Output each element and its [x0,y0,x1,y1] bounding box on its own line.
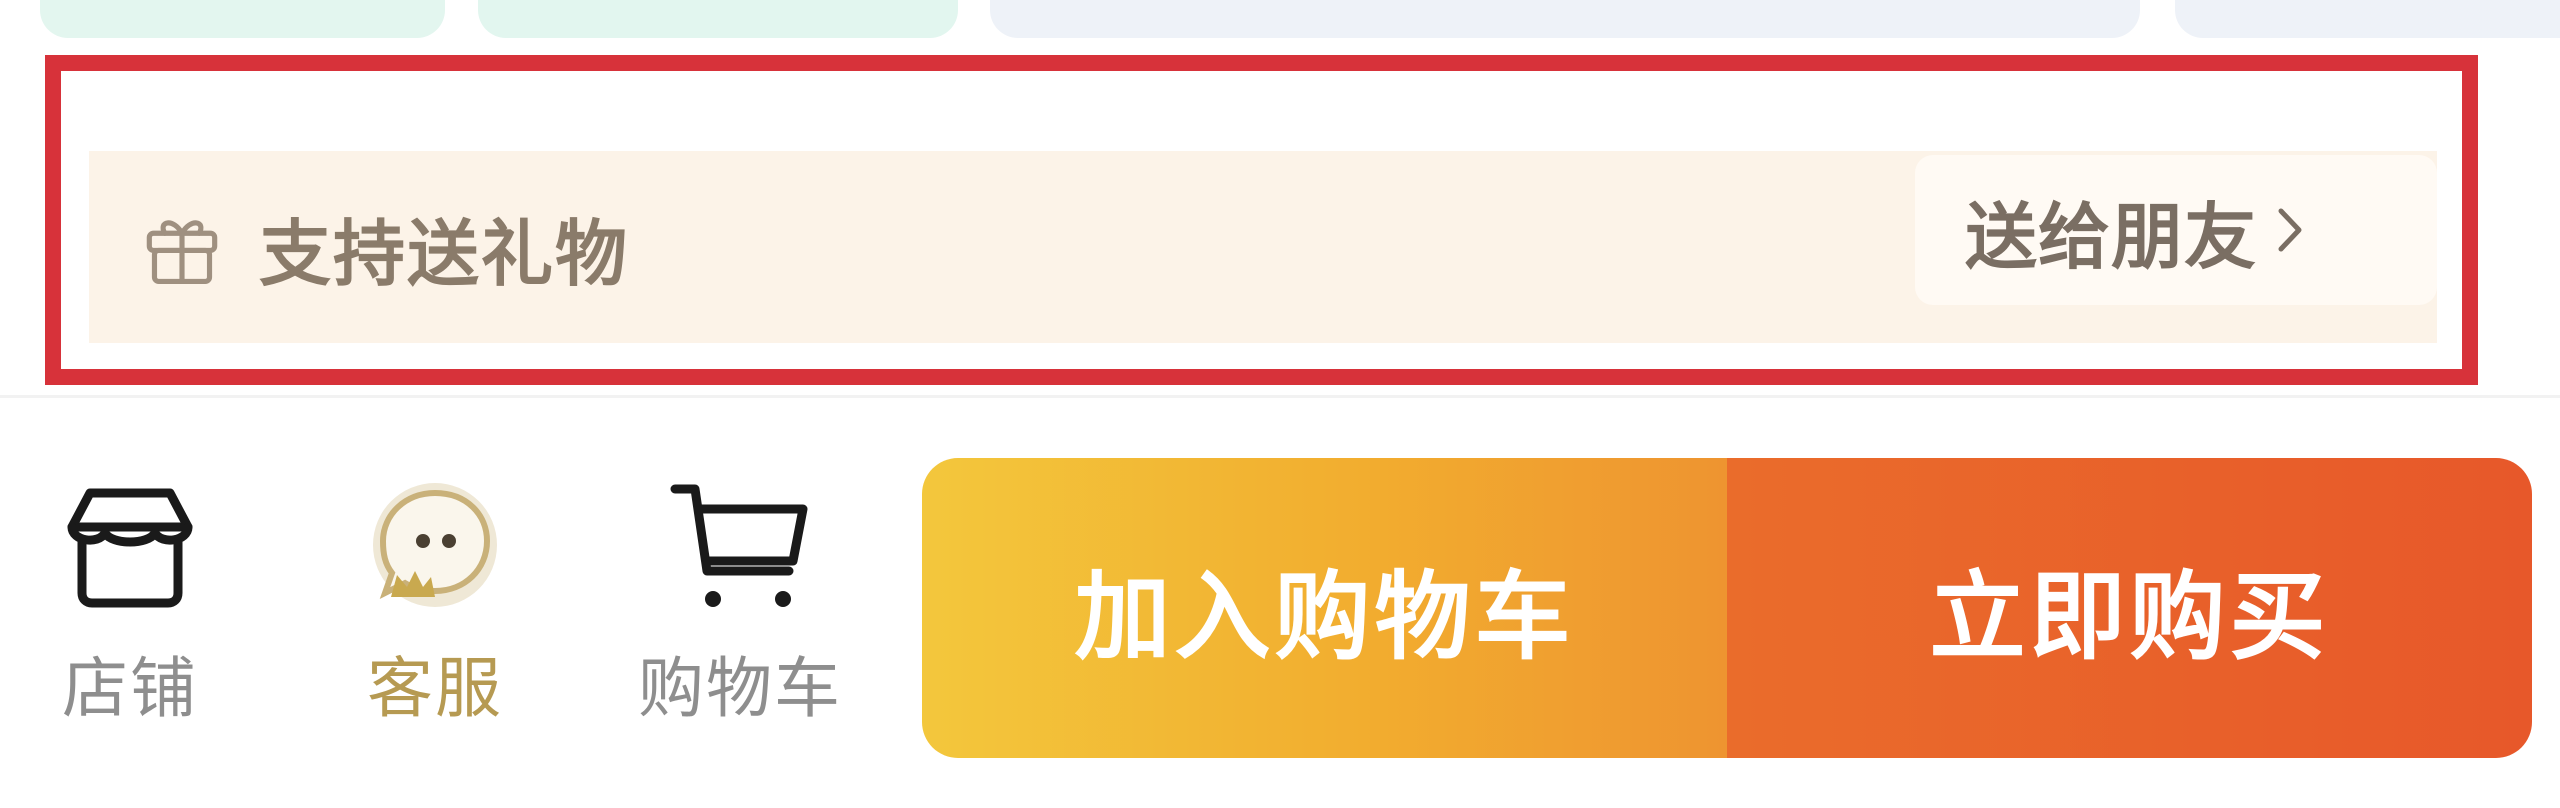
add-to-cart-button[interactable]: 加入购物车 [922,458,1727,758]
chip[interactable] [2175,0,2560,38]
gift-icon [146,220,218,284]
shop-label: 店铺 [62,650,198,727]
chip[interactable] [40,0,445,38]
divider [0,395,2560,398]
gift-section-highlight: 支持送礼物 送给朋友 [45,55,2478,385]
shop-button[interactable]: 店铺 [35,475,225,731]
shopping-cart-icon [670,484,808,607]
cart-label: 购物车 [638,650,842,727]
buy-now-button[interactable]: 立即购买 [1727,458,2532,758]
cart-button[interactable]: 购物车 [630,475,850,731]
store-icon [67,488,193,608]
gift-support-text: 支持送礼物 [259,211,630,296]
chip[interactable] [478,0,958,38]
send-to-friend-label: 送给朋友 [1965,194,2258,279]
gift-info: 支持送礼物 [139,151,629,343]
chat-bubble-icon [373,483,497,607]
send-to-friend-button[interactable]: 送给朋友 [1915,155,2437,305]
gift-banner[interactable]: 支持送礼物 送给朋友 [89,151,2437,343]
top-chip-row [0,0,2560,50]
chevron-right-icon [2278,208,2302,252]
chip[interactable] [990,0,2140,38]
purchase-actions: 加入购物车 立即购买 [922,458,2532,758]
customer-service-button[interactable]: 客服 [340,475,530,731]
customer-service-label: 客服 [367,650,503,727]
